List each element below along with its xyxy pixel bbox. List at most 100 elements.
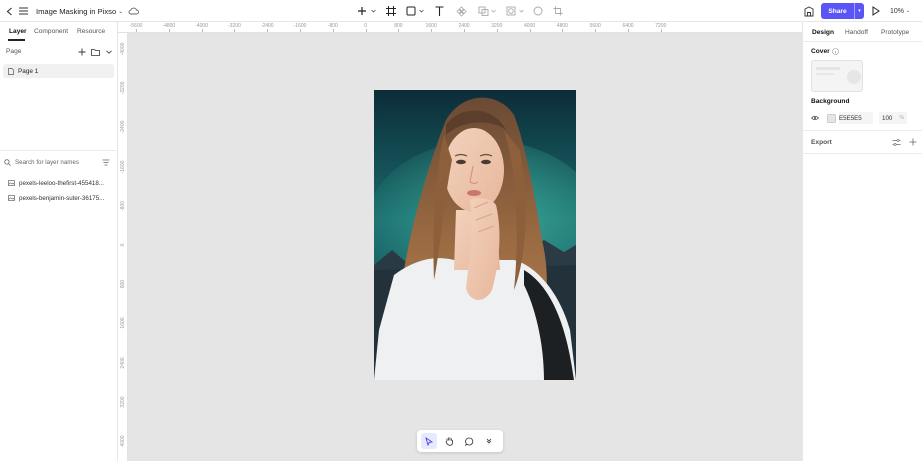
chevron-down-icon[interactable]: ▾ [855,8,864,14]
mask-icon[interactable] [505,0,517,22]
page-header: Page [6,48,22,55]
layer-name: pexels-leeloo-thefirst-455418... [19,179,104,187]
ruler-tick-label: 0 [120,243,126,247]
info-icon[interactable] [831,48,839,55]
properties-panel: Design Handoff Prototype Cover Backgroun… [802,22,922,461]
background-color-swatch[interactable] [827,113,836,123]
panel-divider [803,41,922,42]
move-tool-icon[interactable] [421,433,437,449]
tab-handoff[interactable]: Handoff [845,29,868,36]
add-icon[interactable] [355,0,369,22]
canvas[interactable]: ? [128,33,906,461]
file-title-text: Image Masking in Pixso [36,6,117,16]
tab-layer[interactable]: Layer [9,28,27,35]
background-hex-field[interactable]: E5E5E5 [839,112,873,124]
background-label: Background [811,98,850,105]
ruler-tick-mark [529,29,531,32]
opacity-value: 100 [882,114,893,122]
export-label: Export [811,138,832,146]
horizontal-ruler: -5600 -4800 -4000 -3200 -2400 -1600 -800 0 800 16… [118,22,802,33]
frame-icon[interactable] [385,0,397,22]
ruler-tick-mark [562,29,564,32]
chevron-down-icon[interactable] [517,0,525,22]
chevron-down-icon[interactable] [106,46,112,58]
portrait-image[interactable] [374,90,576,380]
add-icon[interactable] [909,138,917,146]
image-icon [8,195,15,201]
layer-search[interactable]: Search for layer names [4,156,114,168]
chevron-down-icon[interactable] [369,0,377,22]
ruler-tick-label: -4000 [120,42,126,56]
rectangle-icon[interactable] [405,0,417,22]
ruler-tick-mark [201,29,203,32]
ruler-tick-label: -1600 [120,160,126,173]
page-item-label: Page 1 [18,67,39,75]
tab-design[interactable]: Design [812,29,834,36]
add-page-icon[interactable] [78,46,86,58]
portrait-photo-graphic [374,90,576,380]
ruler-tick-label: 4000 [120,435,126,447]
boolean-icon[interactable] [477,0,489,22]
layer-row[interactable]: pexels-benjamin-suter-36175... [8,192,114,204]
filter-icon[interactable] [102,159,110,166]
search-input[interactable]: Search for layer names [15,159,79,166]
cloud-sync-icon [127,0,139,22]
chevron-down-icon[interactable] [417,0,425,22]
ruler-tick-label: -2400 [120,120,126,134]
background-opacity-field[interactable]: 100 % [879,112,907,124]
page-item[interactable]: Page 1 [3,64,114,78]
ruler-tick-label: 800 [120,280,126,289]
ruler-tick-mark [168,29,170,32]
zoom-menu[interactable]: 10% ⌄ [890,0,910,22]
ruler-tick-mark [332,29,334,32]
page-icon [8,67,14,75]
ruler-tick-mark [365,29,367,32]
crop-icon[interactable] [552,0,564,22]
tab-component[interactable]: Component [34,28,68,35]
settings-icon[interactable] [892,138,901,146]
active-tab-indicator [8,39,25,41]
ruler-tick-label: 2400 [120,357,126,369]
comment-icon[interactable] [461,433,477,449]
folder-icon[interactable] [91,46,100,58]
share-label: Share [828,7,847,15]
component-icon[interactable] [455,0,467,22]
layer-name: pexels-benjamin-suter-36175... [19,194,105,202]
ruler-tick-mark [267,29,269,32]
ruler-tick-mark [300,29,301,32]
play-icon[interactable] [870,0,882,22]
ruler-tick-mark [628,29,629,32]
floating-toolbar [417,430,503,452]
layer-row[interactable]: pexels-leeloo-thefirst-455418... [8,177,114,189]
ruler-tick-mark [234,29,236,32]
search-icon [4,158,11,166]
menu-icon[interactable] [18,0,28,22]
chevron-down-icon: ⌄ [118,8,124,15]
cover-placeholder-graphic [816,67,861,84]
file-title[interactable]: Image Masking in Pixso ⌄ [36,0,123,22]
chevrons-down-icon[interactable] [481,433,497,449]
ruler-tick-label: 1600 [120,317,126,329]
hand-tool-icon[interactable] [441,433,457,449]
ellipse-icon[interactable] [532,0,544,22]
eye-icon[interactable] [811,115,819,121]
ruler-tick-mark [595,29,597,32]
image-icon [8,180,15,186]
text-icon[interactable] [433,0,445,22]
cover-thumbnail[interactable] [811,60,863,92]
export-section: Export [811,136,917,148]
left-tabs: Layer Component Resource [0,22,118,42]
ruler-tick-mark [660,29,662,32]
back-icon[interactable] [4,0,14,22]
tab-resource[interactable]: Resource [77,28,105,35]
share-button[interactable]: Share ▾ [821,3,864,19]
opacity-unit: % [899,115,904,121]
tab-prototype[interactable]: Prototype [881,29,909,36]
ruler-tick-label: -800 [120,200,126,211]
chevron-down-icon[interactable] [489,0,497,22]
ruler-tick-mark [136,29,137,32]
panel-divider [803,153,922,154]
top-bar: Image Masking in Pixso ⌄ Share ▾ 10% ⌄ [0,0,922,22]
library-icon[interactable] [803,0,815,22]
ruler-tick-label: 3200 [120,396,126,408]
